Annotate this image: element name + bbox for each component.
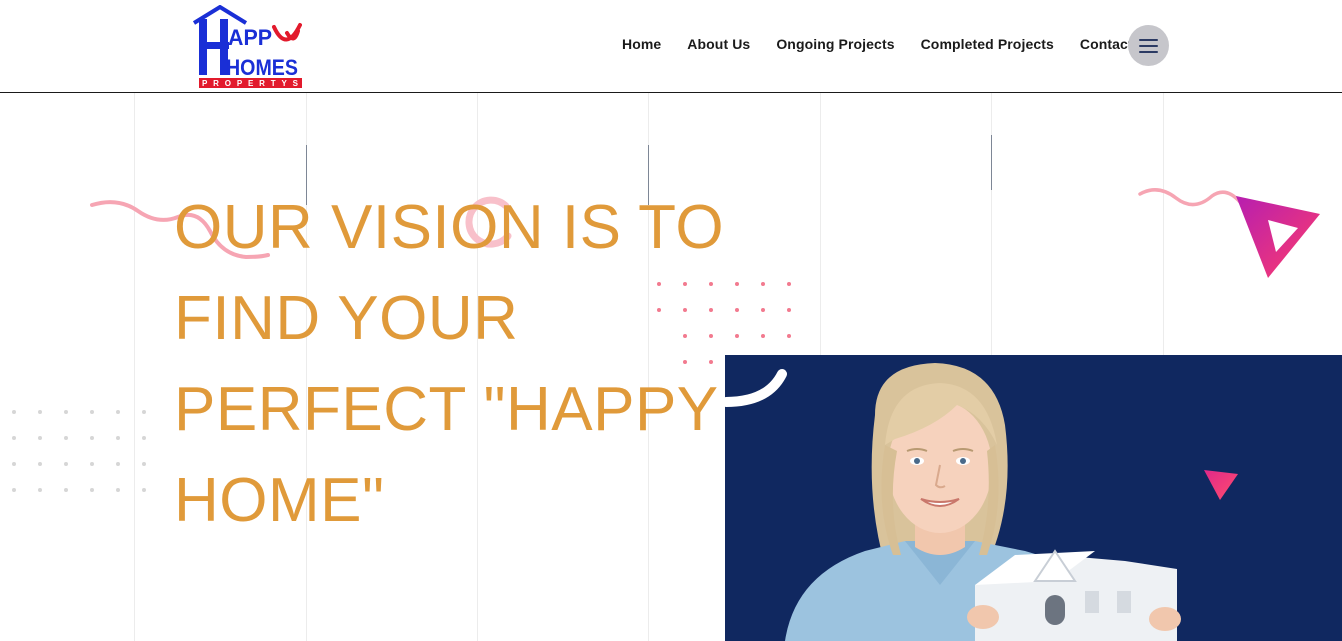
decor-dot	[116, 436, 120, 440]
grid-line-accent	[991, 135, 992, 190]
grid-line	[134, 93, 135, 641]
logo-text-propertys: PROPERTYS	[202, 79, 299, 88]
logo-graphic: APP HOMES PROPERTYS	[192, 4, 302, 88]
hamburger-icon-bar	[1139, 50, 1158, 53]
decor-dot	[90, 488, 94, 492]
decor-dot	[12, 436, 16, 440]
hamburger-icon-bar	[1139, 38, 1158, 41]
decor-dot	[787, 282, 791, 286]
decor-dot	[116, 462, 120, 466]
logo-text-homes: HOMES	[226, 55, 298, 80]
decor-dot	[90, 462, 94, 466]
decor-dot	[38, 488, 42, 492]
nav-ongoing-projects[interactable]: Ongoing Projects	[776, 36, 894, 52]
decor-dot	[64, 462, 68, 466]
magenta-triangle-icon	[1236, 196, 1320, 278]
decor-dot	[38, 436, 42, 440]
nav-completed-projects[interactable]: Completed Projects	[921, 36, 1054, 52]
hero-image-woman-with-house	[725, 355, 1342, 641]
nav-home[interactable]: Home	[622, 36, 661, 52]
decor-dot	[12, 488, 16, 492]
decor-dot	[116, 488, 120, 492]
decor-dot	[142, 410, 146, 414]
hero-heading: OUR VISION IS TO FIND YOUR PERFECT "HAPP…	[174, 193, 725, 535]
decor-dot	[787, 334, 791, 338]
decor-dot	[38, 410, 42, 414]
decor-dot	[90, 410, 94, 414]
decor-dot	[38, 462, 42, 466]
decor-dot	[116, 410, 120, 414]
decor-dot	[142, 462, 146, 466]
decor-dot	[761, 282, 765, 286]
decor-dot	[64, 488, 68, 492]
decor-dot	[12, 462, 16, 466]
small-triangle-icon	[1204, 470, 1238, 500]
decor-dot	[761, 308, 765, 312]
decor-dot	[142, 436, 146, 440]
main-navigation: Home About Us Ongoing Projects Completed…	[622, 36, 1159, 52]
hamburger-menu-button[interactable]	[1128, 25, 1169, 66]
white-arc-icon	[721, 369, 787, 407]
decor-dot	[787, 308, 791, 312]
nav-about-us[interactable]: About Us	[687, 36, 750, 52]
gray-dot-grid	[12, 410, 168, 492]
decor-dot	[90, 436, 94, 440]
site-header: APP HOMES PROPERTYS Home About Us Ongoin…	[0, 0, 1342, 93]
woman-holding-house-illustration	[725, 355, 1342, 641]
decor-dot	[12, 410, 16, 414]
decor-dot	[735, 308, 739, 312]
decor-dot	[735, 334, 739, 338]
decor-dot	[64, 436, 68, 440]
decor-dot	[761, 334, 765, 338]
decor-dot	[142, 488, 146, 492]
decor-dot	[735, 282, 739, 286]
logo-text-app: APP	[228, 25, 272, 50]
hamburger-icon-bar	[1139, 44, 1158, 47]
nav-contact[interactable]: Contact	[1080, 36, 1133, 52]
decor-dot	[64, 410, 68, 414]
happy-homes-logo[interactable]: APP HOMES PROPERTYS	[190, 4, 302, 89]
